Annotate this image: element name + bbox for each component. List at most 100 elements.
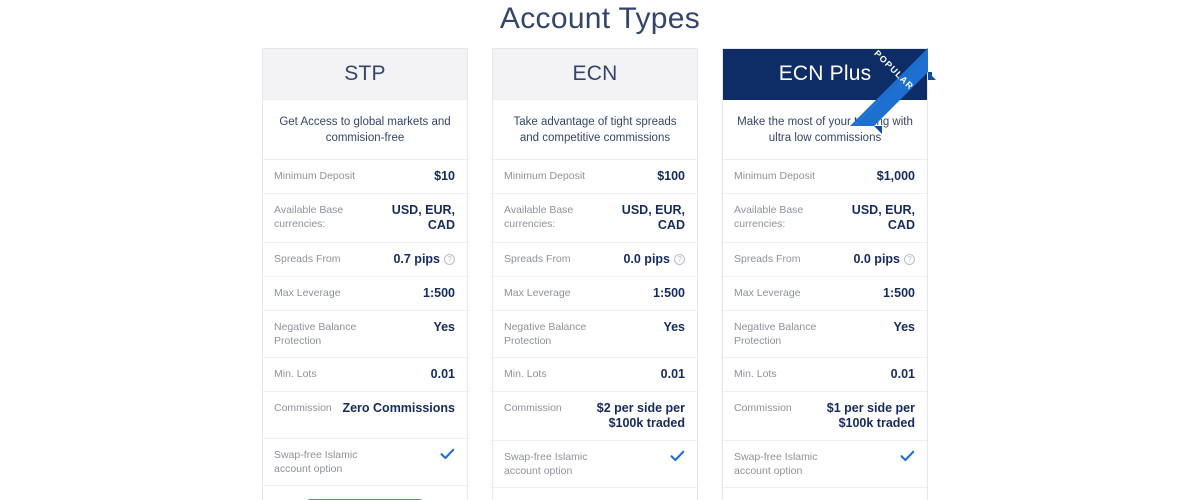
feature-row-commission: Commission $1 per side per $100k traded bbox=[723, 392, 927, 441]
feature-label: Spreads From bbox=[274, 253, 341, 265]
feature-value bbox=[606, 450, 685, 466]
feature-row-minimum-deposit: Minimum Deposit $10 bbox=[263, 160, 467, 194]
feature-label: Max Leverage bbox=[734, 287, 801, 299]
feature-value: USD, EUR, CAD bbox=[606, 203, 685, 233]
feature-row-negative-balance: Negative Balance Protection Yes bbox=[263, 311, 467, 358]
feature-label: Minimum Deposit bbox=[734, 170, 816, 182]
feature-label: Available Base currencies: bbox=[504, 204, 574, 230]
feature-row-max-leverage: Max Leverage 1:500 bbox=[263, 277, 467, 311]
feature-value-text: Zero Commissions bbox=[342, 401, 455, 415]
pricing-card: STP Get Access to global markets and comm… bbox=[262, 48, 468, 500]
card-header: ECN bbox=[493, 49, 697, 100]
card-header: ECN Plus POPULAR bbox=[723, 48, 936, 134]
pricing-cards-row: STP Get Access to global markets and comm… bbox=[262, 48, 936, 500]
card-subtitle: Take advantage of tight spreads and comp… bbox=[493, 100, 697, 160]
feature-value-text: 0.01 bbox=[660, 367, 685, 381]
account-types-page: Account Types STP Get Access to global ma… bbox=[0, 0, 1200, 500]
feature-label: Negative Balance Protection bbox=[734, 321, 817, 347]
feature-value-text: 0.7 pips bbox=[393, 252, 440, 266]
feature-value: $100 bbox=[591, 169, 685, 184]
feature-value: $1 per side per $100k traded bbox=[798, 401, 915, 431]
feature-label: Min. Lots bbox=[504, 368, 547, 380]
feature-label: Swap-free Islamic account option bbox=[274, 449, 358, 475]
feature-label: Min. Lots bbox=[734, 368, 777, 380]
card-footer: Account Details bbox=[723, 488, 927, 500]
check-icon bbox=[900, 450, 915, 466]
feature-label: Spreads From bbox=[504, 253, 571, 265]
feature-value: 0.7 pips? bbox=[347, 252, 455, 267]
feature-label: Swap-free Islamic account option bbox=[504, 451, 588, 477]
feature-label: Swap-free Islamic account option bbox=[734, 451, 818, 477]
card-header: STP bbox=[263, 49, 467, 100]
feature-value-text: 1:500 bbox=[653, 286, 685, 300]
feature-row-base-currencies: Available Base currencies: USD, EUR, CAD bbox=[263, 194, 467, 243]
card-title: STP bbox=[344, 62, 386, 85]
feature-row-spreads-from: Spreads From 0.0 pips? bbox=[493, 243, 697, 277]
info-icon[interactable]: ? bbox=[444, 254, 455, 265]
feature-label: Spreads From bbox=[734, 253, 801, 265]
feature-value-text: USD, EUR, CAD bbox=[621, 203, 685, 232]
feature-value-text: Yes bbox=[433, 320, 455, 334]
feature-value bbox=[376, 448, 455, 464]
feature-value-text: $100 bbox=[657, 169, 685, 183]
feature-value-text: 1:500 bbox=[883, 286, 915, 300]
check-icon bbox=[670, 450, 685, 466]
card-subtitle: Get Access to global markets and commisi… bbox=[263, 100, 467, 160]
feature-value-text: USD, EUR, CAD bbox=[391, 203, 455, 232]
feature-row-negative-balance: Negative Balance Protection Yes bbox=[723, 311, 927, 358]
feature-row-base-currencies: Available Base currencies: USD, EUR, CAD bbox=[723, 194, 927, 243]
feature-value-text: 0.0 pips bbox=[623, 252, 670, 266]
feature-value: 0.01 bbox=[323, 367, 455, 382]
card-footer: Account Details bbox=[263, 486, 467, 500]
feature-row-min-lots: Min. Lots 0.01 bbox=[493, 358, 697, 392]
info-icon[interactable]: ? bbox=[904, 254, 915, 265]
feature-value: Yes bbox=[376, 320, 455, 335]
feature-row-minimum-deposit: Minimum Deposit $100 bbox=[493, 160, 697, 194]
feature-label: Max Leverage bbox=[274, 287, 341, 299]
feature-row-swap-free: Swap-free Islamic account option bbox=[263, 439, 467, 486]
feature-value: 1:500 bbox=[347, 286, 455, 301]
feature-rows: Minimum Deposit $10 Available Base currenc… bbox=[263, 160, 467, 486]
check-icon bbox=[440, 448, 455, 464]
feature-rows: Minimum Deposit $1,000 Available Base curr… bbox=[723, 160, 927, 488]
feature-label: Available Base currencies: bbox=[734, 204, 804, 230]
feature-row-max-leverage: Max Leverage 1:500 bbox=[723, 277, 927, 311]
feature-label: Max Leverage bbox=[504, 287, 571, 299]
feature-row-spreads-from: Spreads From 0.7 pips? bbox=[263, 243, 467, 277]
feature-value-text: 0.01 bbox=[430, 367, 455, 381]
feature-value: $1,000 bbox=[821, 169, 915, 184]
feature-value-text: $10 bbox=[434, 169, 455, 183]
feature-value: Yes bbox=[606, 320, 685, 335]
feature-value-text: USD, EUR, CAD bbox=[851, 203, 915, 232]
feature-value: $2 per side per $100k traded bbox=[568, 401, 685, 431]
feature-value: 1:500 bbox=[807, 286, 915, 301]
feature-label: Commission bbox=[504, 402, 562, 414]
card-title: ECN bbox=[572, 62, 618, 85]
feature-label: Commission bbox=[274, 402, 332, 414]
feature-row-commission: Commission Zero Commissions bbox=[263, 392, 467, 439]
feature-row-minimum-deposit: Minimum Deposit $1,000 bbox=[723, 160, 927, 194]
feature-value: 1:500 bbox=[577, 286, 685, 301]
feature-value-text: 0.01 bbox=[890, 367, 915, 381]
feature-value: Zero Commissions bbox=[338, 401, 455, 416]
feature-value: Yes bbox=[836, 320, 915, 335]
page-title: Account Types bbox=[499, 2, 701, 35]
feature-label: Minimum Deposit bbox=[274, 170, 356, 182]
feature-row-min-lots: Min. Lots 0.01 bbox=[263, 358, 467, 392]
feature-row-commission: Commission $2 per side per $100k traded bbox=[493, 392, 697, 441]
feature-row-min-lots: Min. Lots 0.01 bbox=[723, 358, 927, 392]
feature-value: USD, EUR, CAD bbox=[376, 203, 455, 233]
feature-label: Min. Lots bbox=[274, 368, 317, 380]
feature-value-text: $2 per side per $100k traded bbox=[596, 401, 685, 430]
feature-value: USD, EUR, CAD bbox=[836, 203, 915, 233]
info-icon[interactable]: ? bbox=[674, 254, 685, 265]
feature-row-base-currencies: Available Base currencies: USD, EUR, CAD bbox=[493, 194, 697, 243]
feature-label: Minimum Deposit bbox=[504, 170, 586, 182]
feature-value-text: Yes bbox=[663, 320, 685, 334]
feature-label: Available Base currencies: bbox=[274, 204, 344, 230]
feature-label: Commission bbox=[734, 402, 792, 414]
feature-value: 0.01 bbox=[553, 367, 685, 382]
card-subtitle: Make the most of your trading with ultra… bbox=[723, 100, 927, 160]
feature-value bbox=[836, 450, 915, 466]
feature-row-spreads-from: Spreads From 0.0 pips? bbox=[723, 243, 927, 277]
